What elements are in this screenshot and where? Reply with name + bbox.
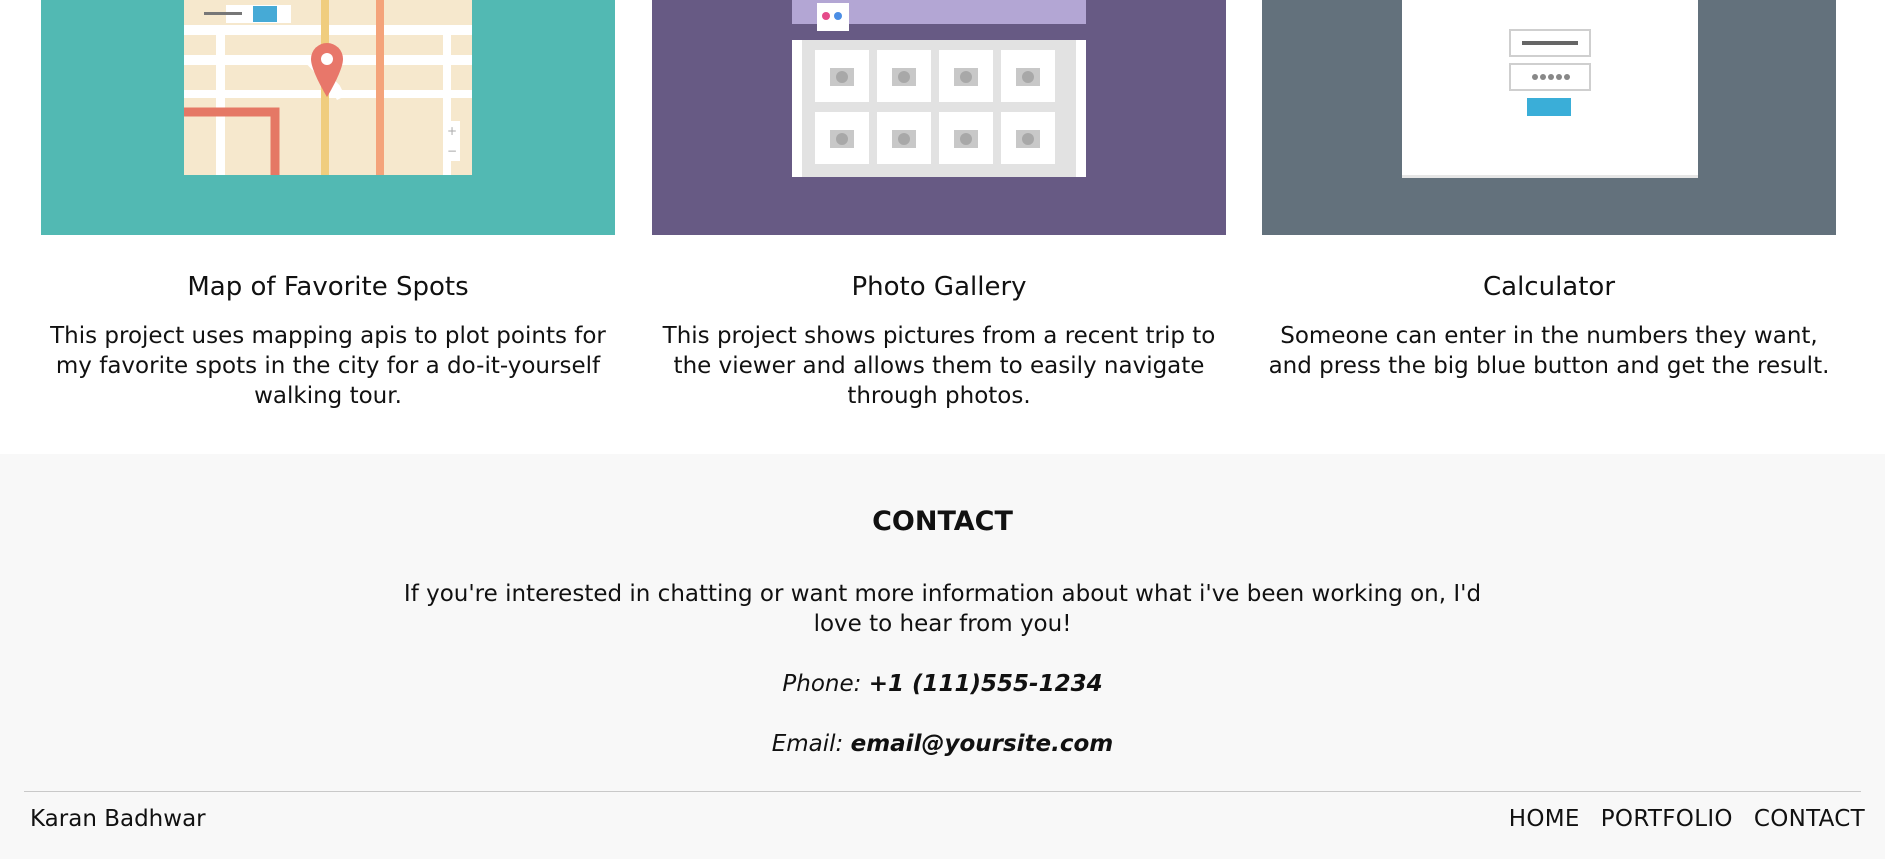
nav-portfolio-link[interactable]: PORTFOLIO <box>1601 806 1733 832</box>
project-description: This project uses mapping apis to plot p… <box>50 323 606 409</box>
project-title: Photo Gallery <box>851 272 1027 302</box>
contact-heading: CONTACT <box>872 506 1013 537</box>
project-description: This project shows pictures from a recen… <box>662 323 1216 409</box>
calculator-thumbnail[interactable] <box>1262 0 1836 235</box>
email-value[interactable]: email@yoursite.com <box>851 731 1114 757</box>
phone-line: Phone: +1 (111)555-1234 <box>0 671 1885 697</box>
portfolio-section: + − Map of Favorite Spots This project u… <box>0 0 1885 454</box>
nav-home-link[interactable]: HOME <box>1509 806 1580 832</box>
project-title: Map of Favorite Spots <box>187 272 469 302</box>
email-label: Email: <box>771 731 851 757</box>
footer-divider <box>24 791 1861 792</box>
footer-nav: HOME PORTFOLIO CONTACT <box>1509 806 1865 832</box>
project-description: Someone can enter in the numbers they wa… <box>1268 323 1830 379</box>
nav-contact-link[interactable]: CONTACT <box>1754 806 1865 832</box>
svg-text:+: + <box>447 124 457 138</box>
login-form-illustration-icon <box>1262 0 1836 235</box>
project-title: Calculator <box>1482 272 1616 302</box>
contact-text: If you're interested in chatting or want… <box>403 581 1482 637</box>
map-illustration-icon: + − <box>41 0 615 235</box>
gallery-illustration-icon <box>652 0 1226 235</box>
phone-label: Phone: <box>782 671 869 697</box>
svg-text:−: − <box>447 144 457 158</box>
footer-brand[interactable]: Karan Badhwar <box>30 806 206 832</box>
gallery-thumbnail[interactable] <box>652 0 1226 235</box>
email-line: Email: email@yoursite.com <box>0 731 1885 757</box>
phone-value[interactable]: +1 (111)555-1234 <box>869 671 1103 697</box>
contact-section: CONTACT If you're interested in chatting… <box>0 454 1885 859</box>
map-thumbnail[interactable]: + − <box>41 0 615 235</box>
